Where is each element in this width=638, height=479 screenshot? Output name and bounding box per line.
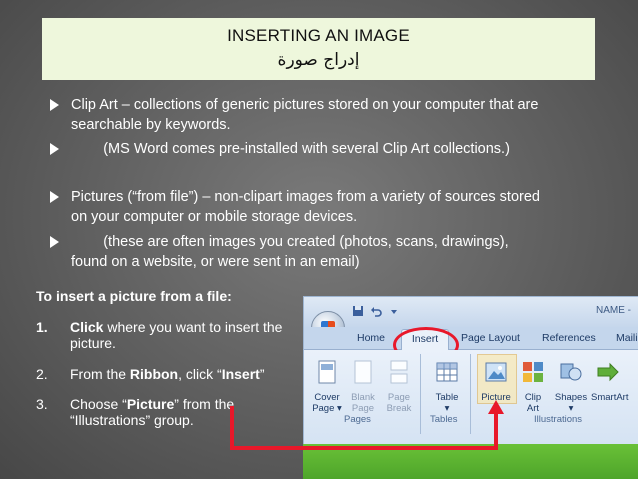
annotation-arrow-line (230, 406, 498, 450)
annotation-arrowhead (488, 400, 504, 414)
annotation-arrow (230, 400, 504, 450)
